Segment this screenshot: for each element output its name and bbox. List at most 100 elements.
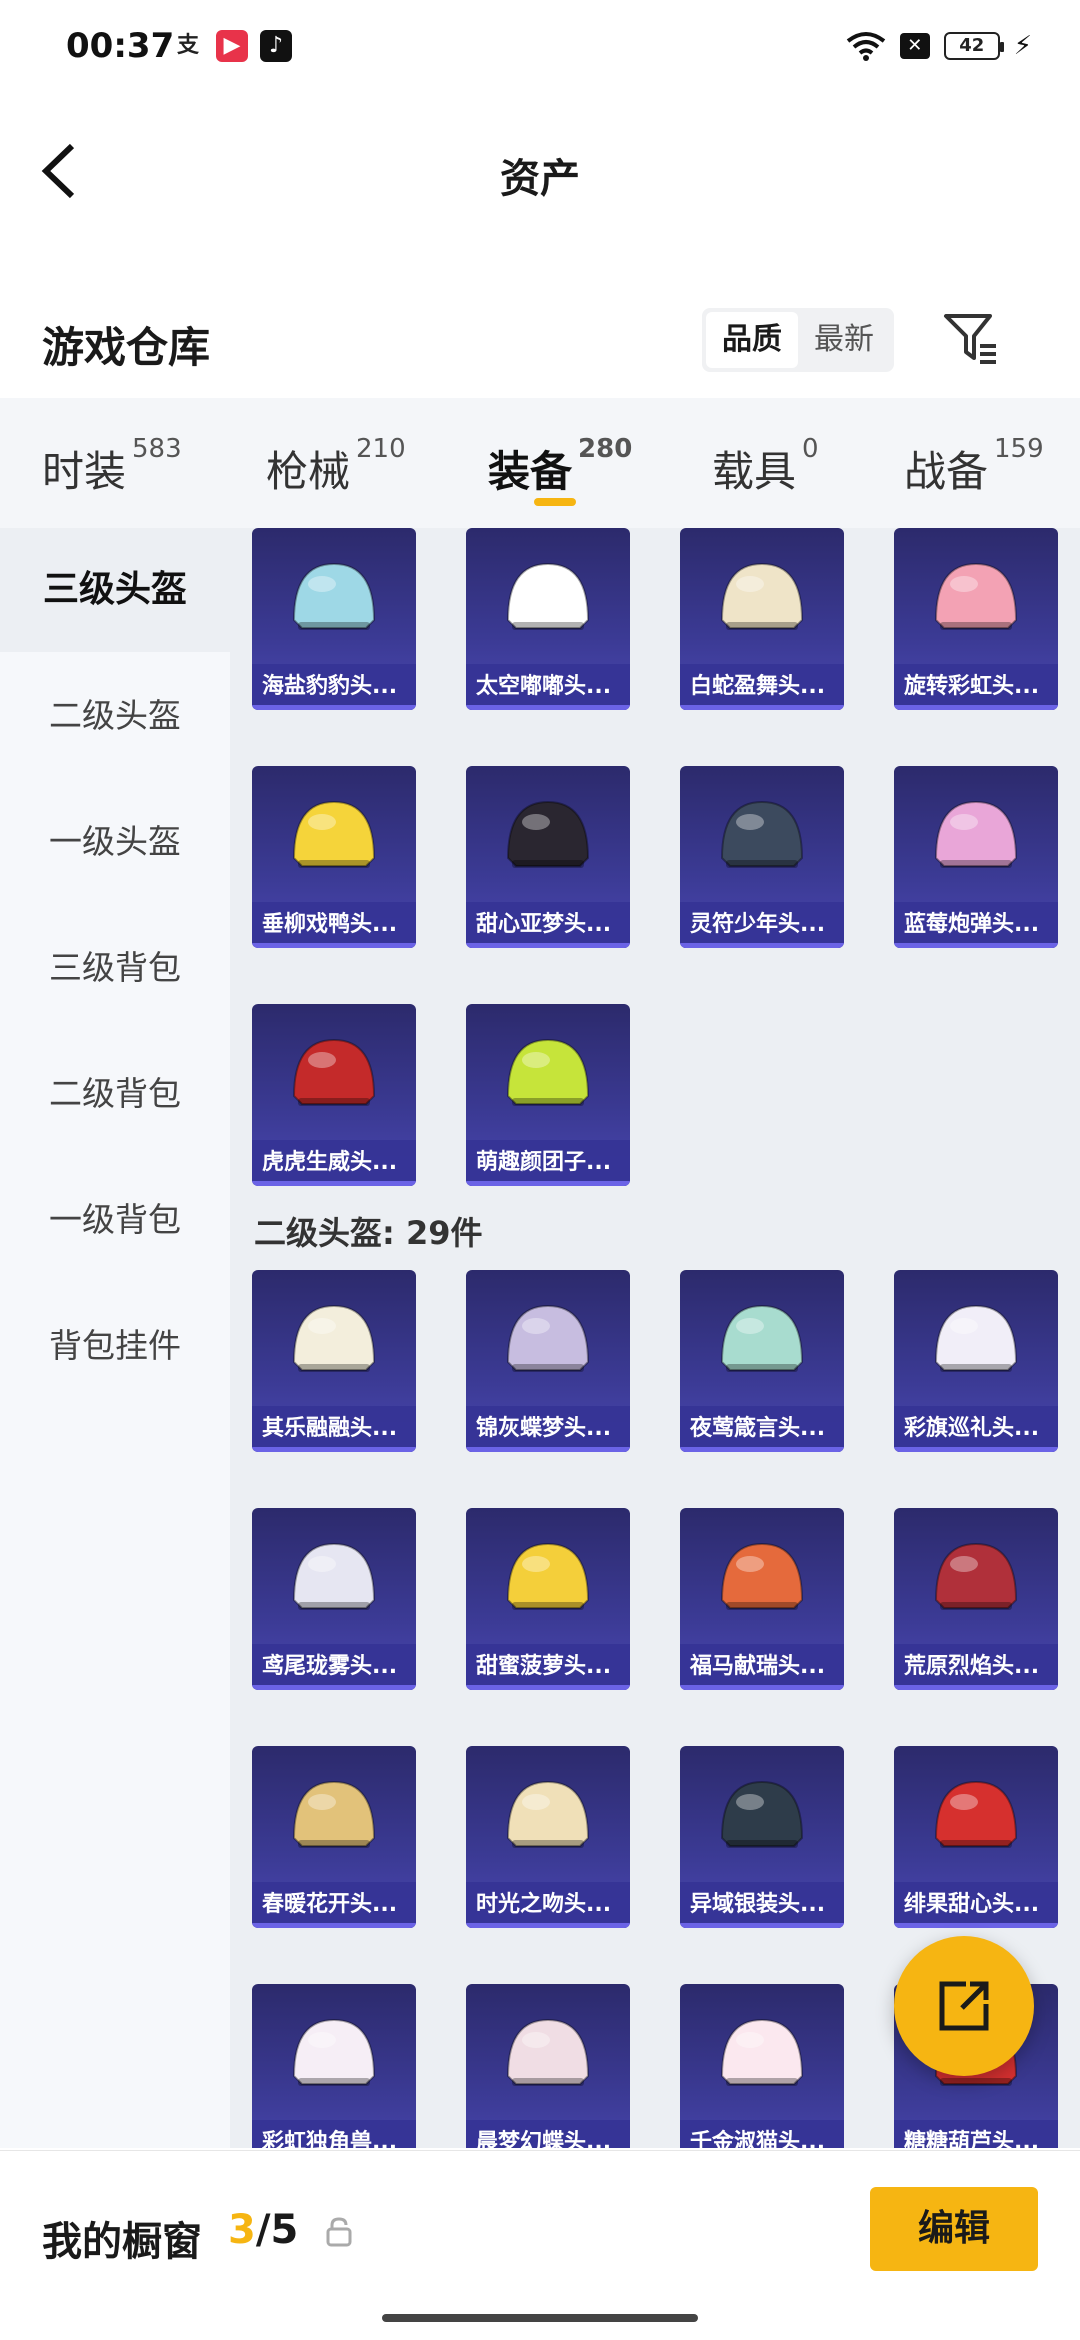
item-name: 萌趣颜团子... [476, 1150, 612, 1175]
item-name: 锦灰蝶梦头... [476, 1416, 612, 1441]
tiktok-icon: ♪ [260, 30, 292, 62]
helmet-icon [934, 562, 1018, 630]
item-card[interactable]: 晨梦幻蝶头... [466, 1984, 630, 2148]
showcase-label: 我的橱窗 [42, 2219, 202, 2265]
tab-label: 装备 [488, 447, 573, 496]
item-card[interactable]: 白蛇盈舞头... [680, 528, 844, 710]
item-name: 福马献瑞头... [690, 1654, 826, 1679]
category-tabs: 时装 583 枪械 210 装备 280 载具 0 战备 159 [0, 398, 1080, 528]
item-name: 甜心亚梦头... [476, 912, 612, 937]
alipay-icon: 支 [176, 33, 199, 58]
item-card[interactable]: 春暖花开头... [252, 1746, 416, 1928]
item-card[interactable]: 太空嘟嘟头... [466, 528, 630, 710]
item-card[interactable]: 荒原烈焰头... [894, 1508, 1058, 1690]
helmet-icon [934, 1304, 1018, 1372]
item-card[interactable]: 锦灰蝶梦头... [466, 1270, 630, 1452]
sort-latest-button[interactable]: 最新 [798, 312, 890, 368]
helmet-icon [292, 1542, 376, 1610]
page-title: 资产 [500, 156, 580, 202]
item-card[interactable]: 虎虎生威头... [252, 1004, 416, 1186]
helmet-icon [506, 1038, 590, 1106]
item-name: 太空嘟嘟头... [476, 674, 612, 699]
item-card[interactable]: 垂柳戏鸭头... [252, 766, 416, 948]
item-name: 甜蜜菠萝头... [476, 1654, 612, 1679]
sidebar-item-backpack-charm[interactable]: 背包挂件 [0, 1284, 230, 1408]
item-name: 晨梦幻蝶头... [476, 2130, 612, 2148]
tab-indicator [534, 498, 576, 506]
item-card[interactable]: 彩旗巡礼头... [894, 1270, 1058, 1452]
tab-count: 210 [356, 434, 406, 464]
helmet-icon [720, 2018, 804, 2086]
helmet-icon [292, 1038, 376, 1106]
item-card[interactable]: 蓝莓炮弹头... [894, 766, 1058, 948]
helmet-icon [506, 1780, 590, 1848]
item-name: 异域银装头... [690, 1892, 826, 1917]
item-name: 其乐融融头... [262, 1416, 398, 1441]
sort-toggle: 品质 最新 [702, 308, 894, 372]
item-card[interactable]: 鸢尾珑雾头... [252, 1508, 416, 1690]
item-name: 蓝莓炮弹头... [904, 912, 1040, 937]
item-name: 绯果甜心头... [904, 1892, 1040, 1917]
section-header: 游戏仓库 品质 最新 [0, 290, 1080, 390]
item-card[interactable]: 福马献瑞头... [680, 1508, 844, 1690]
tab-count: 280 [578, 434, 633, 464]
sidebar-item-level2-backpack[interactable]: 二级背包 [0, 1032, 230, 1156]
sidebar-item-level1-helmet[interactable]: 一级头盔 [0, 780, 230, 904]
item-card[interactable]: 其乐融融头... [252, 1270, 416, 1452]
sidebar-item-level3-helmet[interactable]: 三级头盔 [0, 528, 230, 652]
item-card[interactable]: 绯果甜心头... [894, 1746, 1058, 1928]
item-card[interactable]: 时光之吻头... [466, 1746, 630, 1928]
sidebar-item-level3-backpack[interactable]: 三级背包 [0, 906, 230, 1030]
group-title-level2: 二级头盔: 29件 [254, 1214, 483, 1252]
tab-vehicles[interactable]: 载具 0 [712, 434, 819, 499]
item-name: 海盐豹豹头... [262, 674, 398, 699]
helmet-icon [506, 1304, 590, 1372]
item-card[interactable]: 夜莺箴言头... [680, 1270, 844, 1452]
home-indicator [382, 2314, 698, 2322]
tab-count: 159 [994, 434, 1044, 464]
edit-button[interactable]: 编辑 [870, 2187, 1038, 2271]
item-name: 千金淑猫头... [690, 2130, 826, 2148]
item-name: 春暖花开头... [262, 1892, 398, 1917]
filter-icon[interactable] [940, 308, 1000, 368]
item-card[interactable]: 甜心亚梦头... [466, 766, 630, 948]
status-time: 00:37 [66, 26, 175, 66]
item-card[interactable]: 彩虹独角兽... [252, 1984, 416, 2148]
tab-label: 枪械 [266, 447, 351, 496]
helmet-icon [292, 2018, 376, 2086]
helmet-icon [720, 1780, 804, 1848]
sidebar-item-level2-helmet[interactable]: 二级头盔 [0, 654, 230, 778]
item-card[interactable]: 甜蜜菠萝头... [466, 1508, 630, 1690]
share-button[interactable] [894, 1936, 1034, 2076]
wifi-icon [846, 32, 885, 61]
item-card[interactable]: 萌趣颜团子... [466, 1004, 630, 1186]
helmet-icon [934, 1542, 1018, 1610]
showcase-total: /5 [255, 2207, 299, 2253]
item-name: 糖糖葫芦头... [904, 2130, 1040, 2148]
status-bar: 00:37 支 ▶ ♪ ✕ 42 ⚡ [0, 0, 1080, 96]
helmet-icon [506, 2018, 590, 2086]
helmet-icon [934, 1780, 1018, 1848]
item-name: 旋转彩虹头... [904, 674, 1040, 699]
sort-quality-button[interactable]: 品质 [706, 312, 798, 368]
item-name: 彩旗巡礼头... [904, 1416, 1040, 1441]
helmet-icon [292, 1304, 376, 1372]
sidebar-item-level1-backpack[interactable]: 一级背包 [0, 1158, 230, 1282]
item-card[interactable]: 旋转彩虹头... [894, 528, 1058, 710]
item-name: 时光之吻头... [476, 1892, 612, 1917]
item-grid: 海盐豹豹头... 太空嘟嘟头... 白蛇盈舞头... 旋转彩虹头... 垂柳戏鸭头...… [230, 528, 1080, 2148]
helmet-icon [506, 1542, 590, 1610]
tab-supplies[interactable]: 战备 159 [904, 434, 1044, 499]
section-title: 游戏仓库 [42, 323, 211, 372]
share-icon [939, 1981, 989, 2031]
tab-fashion[interactable]: 时装 583 [42, 434, 182, 499]
lock-icon [326, 2217, 352, 2247]
item-card[interactable]: 海盐豹豹头... [252, 528, 416, 710]
tab-equipment[interactable]: 装备 280 [488, 434, 632, 499]
tab-guns[interactable]: 枪械 210 [266, 434, 406, 499]
item-card[interactable]: 异域银装头... [680, 1746, 844, 1928]
item-card[interactable]: 灵符少年头... [680, 766, 844, 948]
helmet-icon [934, 800, 1018, 868]
helmet-icon [720, 1542, 804, 1610]
item-card[interactable]: 千金淑猫头... [680, 1984, 844, 2148]
